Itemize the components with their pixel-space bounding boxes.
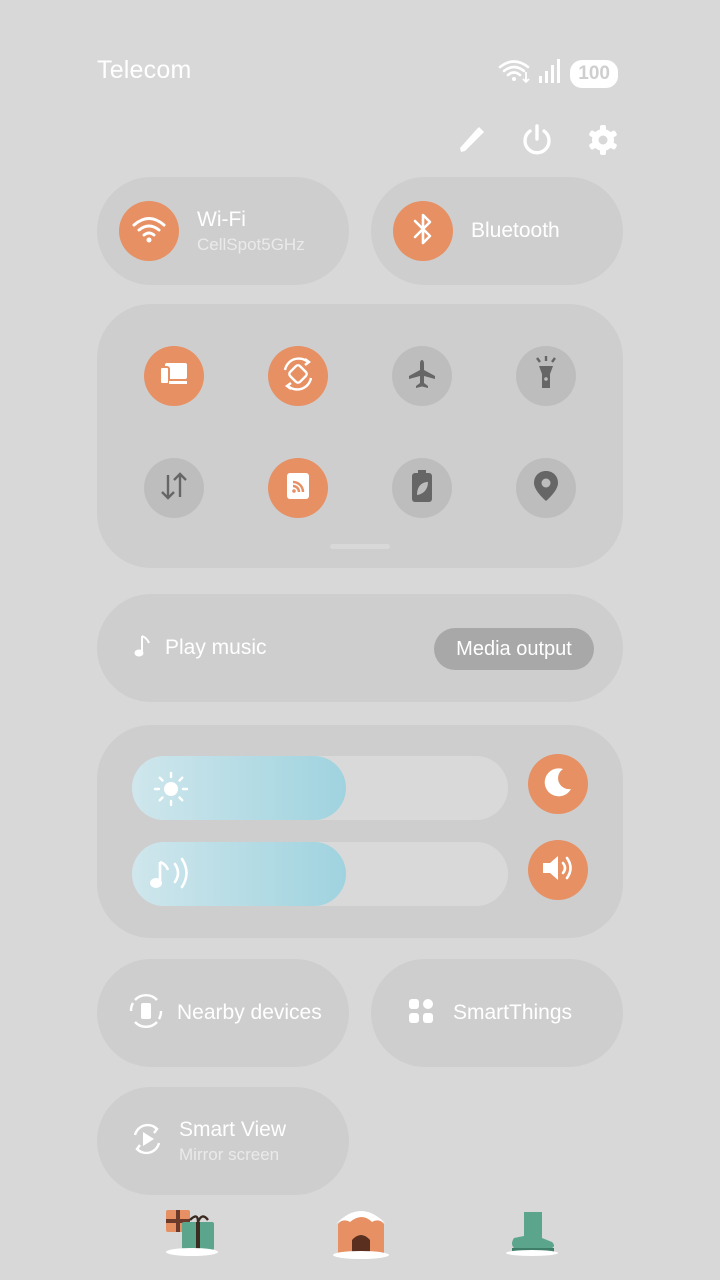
- nearby-devices-tile[interactable]: Nearby devices: [97, 959, 349, 1067]
- screen-mirroring-icon: [157, 359, 191, 394]
- bluetooth-toggle[interactable]: [393, 201, 453, 261]
- gift-boxes-decoration: [162, 1204, 220, 1261]
- volume-slider[interactable]: [132, 842, 508, 906]
- smart-view-label: Smart View: [179, 1117, 286, 1141]
- carrier-name: Telecom: [97, 56, 192, 84]
- edit-icon: [454, 124, 486, 161]
- nearby-devices-icon: [127, 992, 165, 1035]
- speaker-icon: [540, 852, 576, 889]
- nfc-toggle[interactable]: [268, 458, 328, 518]
- wifi-toggle[interactable]: [119, 201, 179, 261]
- wifi-icon: [132, 214, 166, 249]
- battery-indicator: 100: [570, 59, 618, 88]
- smartthings-icon: [407, 997, 435, 1030]
- location-icon: [532, 469, 560, 508]
- snow-house-decoration: [332, 1202, 390, 1265]
- power-saving-toggle[interactable]: [392, 458, 452, 518]
- nearby-devices-label: Nearby devices: [177, 1001, 322, 1024]
- bluetooth-icon: [411, 212, 435, 251]
- smart-view-tile[interactable]: Smart View Mirror screen: [97, 1087, 349, 1195]
- quick-settings-panel: [97, 304, 623, 568]
- bluetooth-label: Bluetooth: [471, 219, 560, 242]
- location-toggle[interactable]: [516, 458, 576, 518]
- smart-view-icon: [129, 1121, 165, 1162]
- wifi-label: Wi-Fi: [197, 207, 246, 231]
- settings-gear-icon: [587, 124, 619, 161]
- smart-view-subtitle: Mirror screen: [179, 1144, 280, 1164]
- wifi-data-icon: [498, 58, 532, 89]
- mobile-data-toggle[interactable]: [144, 458, 204, 518]
- brightness-slider[interactable]: [132, 756, 508, 820]
- boot-decoration: [504, 1208, 558, 1261]
- mobile-data-icon: [158, 470, 190, 507]
- sun-icon: [152, 770, 190, 813]
- flashlight-toggle[interactable]: [516, 346, 576, 406]
- nfc-icon: [284, 470, 312, 507]
- night-mode-button[interactable]: [528, 754, 588, 814]
- airplane-icon: [406, 358, 438, 395]
- bluetooth-tile[interactable]: Bluetooth: [371, 177, 623, 285]
- power-icon: [520, 123, 554, 162]
- music-note-icon: [133, 633, 153, 664]
- signal-bars-icon: [538, 58, 564, 89]
- wifi-network-name: CellSpot5GHz: [197, 234, 305, 254]
- smartthings-tile[interactable]: SmartThings: [371, 959, 623, 1067]
- sound-mode-button[interactable]: [528, 840, 588, 900]
- flashlight-icon: [531, 354, 561, 399]
- media-output-button[interactable]: Media output: [434, 628, 594, 670]
- settings-button[interactable]: [583, 122, 623, 162]
- power-saving-icon: [409, 468, 435, 509]
- power-button[interactable]: [517, 122, 557, 162]
- wifi-tile[interactable]: Wi-Fi CellSpot5GHz: [97, 177, 349, 285]
- edit-button[interactable]: [450, 122, 490, 162]
- moon-icon: [541, 765, 575, 804]
- play-music-label: Play music: [165, 636, 267, 659]
- auto-rotate-toggle[interactable]: [268, 346, 328, 406]
- status-icons: 100: [498, 58, 618, 89]
- music-volume-icon: [148, 854, 196, 899]
- smartthings-label: SmartThings: [453, 1001, 573, 1024]
- airplane-mode-toggle[interactable]: [392, 346, 452, 406]
- auto-rotate-icon: [279, 355, 317, 398]
- screen-mirroring-toggle[interactable]: [144, 346, 204, 406]
- panel-expand-handle[interactable]: [330, 544, 390, 549]
